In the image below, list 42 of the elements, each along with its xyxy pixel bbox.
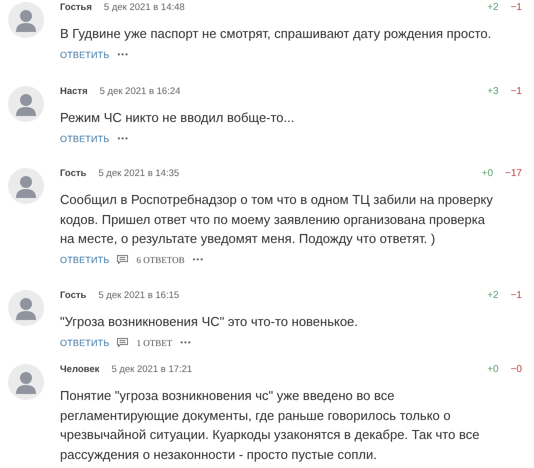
comment-date: 5 дек 2021 в 14:35 — [98, 168, 180, 178]
comment-date: 5 дек 2021 в 17:21 — [111, 364, 192, 374]
avatar-icon — [8, 86, 44, 122]
downvote-count[interactable]: −1 — [510, 2, 522, 12]
reply-link[interactable]: ОТВЕТИТЬ — [60, 134, 110, 144]
author-name: Гость — [60, 168, 86, 178]
comment-text: Режим ЧС никто не вводил вобще-то... — [60, 109, 296, 127]
comment-text: Понятие "угроза возникновения чс" уже введено во все регламентирующие документы, где раньше говорилось только о чрезвычайной ситуации. Куаркоды узаконятся в декабре. Так что все рассуждения о незаконности - просто пустые сопли. — [60, 387, 480, 464]
upvote-count[interactable]: +0 — [482, 168, 494, 178]
downvote-count[interactable]: −17 — [505, 168, 522, 178]
comment-icon — [117, 255, 128, 264]
replies-link[interactable]: 1 ОТВЕТ — [136, 338, 172, 348]
upvote-count[interactable]: +2 — [487, 2, 499, 12]
replies-link[interactable]: 6 ОТВЕТОВ — [136, 254, 185, 264]
more-button[interactable]: ••• — [117, 50, 129, 59]
upvote-count[interactable]: +0 — [487, 364, 499, 374]
comment-date: 5 дек 2021 в 16:15 — [98, 290, 180, 300]
more-button[interactable]: ••• — [117, 134, 129, 143]
author-name: Гостья — [60, 2, 92, 12]
author-name: Настя — [60, 86, 88, 96]
avatar-icon — [8, 168, 44, 204]
avatar-icon — [8, 290, 44, 326]
downvote-count[interactable]: −1 — [510, 86, 522, 96]
reply-link[interactable]: ОТВЕТИТЬ — [60, 338, 110, 348]
upvote-count[interactable]: +2 — [487, 290, 499, 300]
author-name: Гость — [60, 290, 86, 300]
reply-link[interactable]: ОТВЕТИТЬ — [60, 254, 110, 264]
avatar-icon — [8, 2, 44, 38]
downvote-count[interactable]: −1 — [510, 290, 522, 300]
comment-text: "Угроза возникновения ЧС" это что-то новенькое. — [60, 313, 359, 331]
author-name: Человек — [60, 364, 100, 374]
comment-text: Сообщил в Роспотребнадзор о том что в одном ТЦ забили на проверку кодов. Пришел ответ что по моему заявлению организована проверка на месте, о результате уведомят меня. Подожду что ответят. ) — [60, 191, 494, 248]
avatar-icon — [8, 364, 44, 400]
comment-date: 5 дек 2021 в 14:48 — [104, 2, 185, 12]
comment-date: 5 дек 2021 в 16:24 — [100, 86, 180, 96]
reply-link[interactable]: ОТВЕТИТЬ — [60, 50, 110, 60]
more-button[interactable]: ••• — [192, 255, 204, 264]
comment-text: В Гудвине уже паспорт не смотрят, спрашивают дату рождения просто. — [60, 25, 492, 43]
comment-icon — [117, 338, 128, 347]
downvote-count[interactable]: −0 — [510, 364, 522, 374]
more-button[interactable]: ••• — [180, 338, 192, 347]
upvote-count[interactable]: +3 — [487, 86, 499, 96]
